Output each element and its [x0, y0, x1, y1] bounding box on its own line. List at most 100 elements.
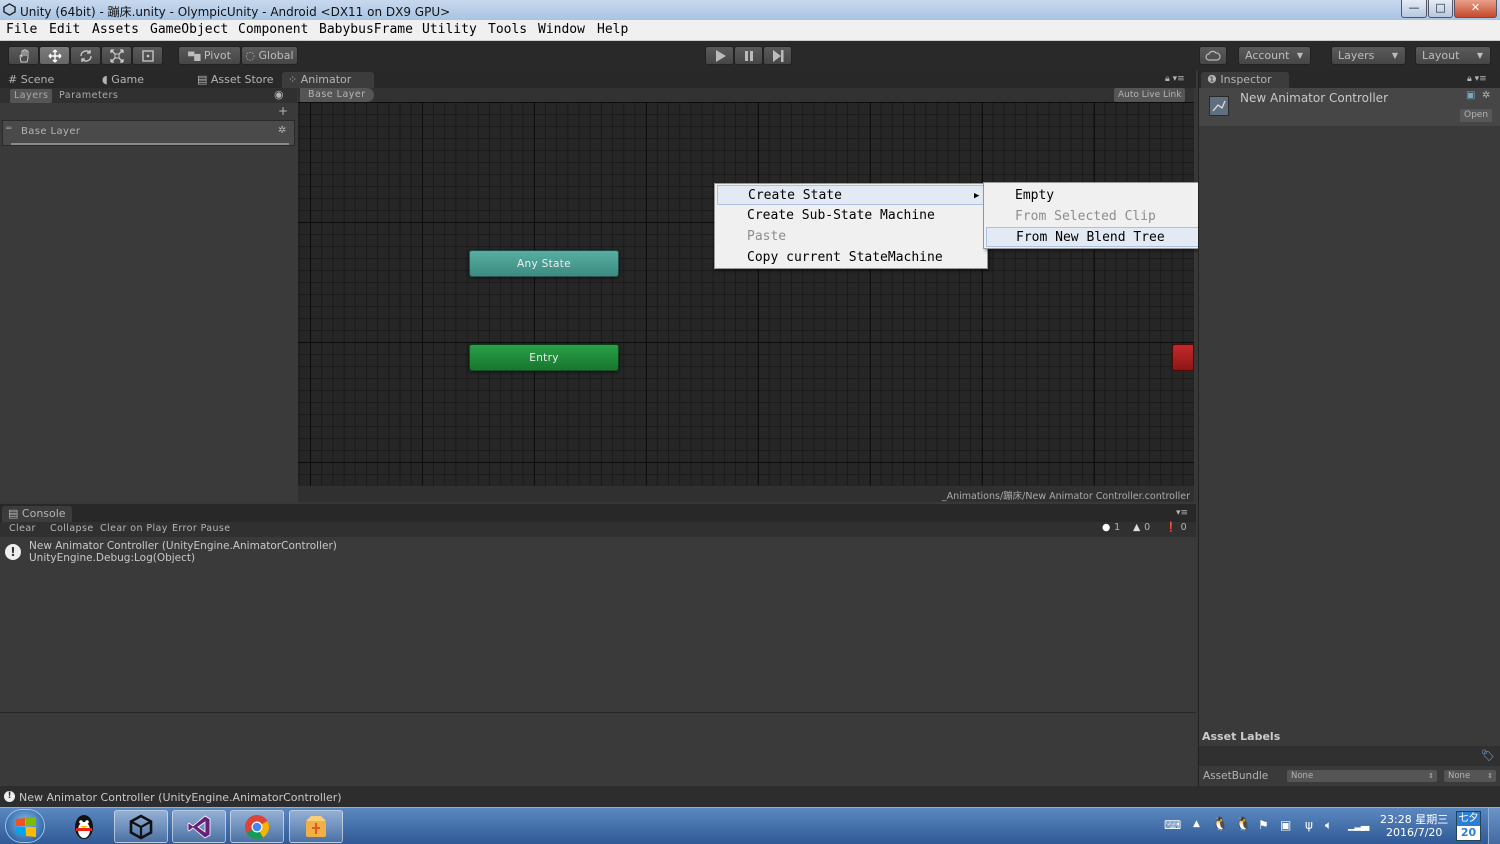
global-toggle[interactable]: ◌ Global	[241, 46, 298, 65]
menu-assets[interactable]: Assets	[92, 22, 139, 37]
layout-dropdown[interactable]: Layout ▼	[1415, 46, 1491, 65]
warning-filter-toggle[interactable]: ▲ 0	[1133, 522, 1151, 533]
tab-game-label: Game	[111, 73, 145, 86]
select-arrows-icon: ⇕	[1487, 772, 1493, 780]
status-bar[interactable]: ! New Animator Controller (UnityEngine.A…	[0, 786, 1500, 807]
settings-gear-icon[interactable]: ✲	[1482, 90, 1490, 101]
layer-name: Base Layer	[21, 126, 81, 137]
auto-live-link-toggle[interactable]: Auto Live Link	[1114, 88, 1186, 102]
asset-bundle-select[interactable]: None ⇕	[1287, 770, 1437, 782]
rotate-tool-button[interactable]	[70, 46, 101, 65]
menu-item-create-sub-state-machine[interactable]: Create Sub-State Machine	[717, 206, 985, 226]
calendar-widget[interactable]: 七夕 20	[1456, 811, 1481, 841]
network-signal-icon[interactable]: ▁▂▃	[1348, 818, 1369, 831]
menu-component[interactable]: Component	[238, 22, 308, 37]
menu-edit[interactable]: Edit	[49, 22, 80, 37]
device-icon[interactable]: ▣	[1280, 818, 1291, 832]
layer-weight-slider[interactable]	[11, 143, 289, 145]
collapse-button[interactable]: Collapse	[50, 523, 94, 534]
tab-parameters[interactable]: Parameters	[55, 89, 122, 103]
exit-node[interactable]	[1172, 344, 1194, 371]
panel-menu-icon[interactable]: 🔒︎ ▾≡	[1165, 72, 1185, 88]
tag-icon[interactable]: 🏷︎	[1481, 749, 1495, 762]
play-button[interactable]	[705, 46, 734, 65]
error-count: 0	[1180, 522, 1188, 533]
tab-game[interactable]: ◖ Game	[102, 72, 144, 88]
qq-tray-icon-2[interactable]: 🐧	[1235, 817, 1251, 832]
eye-icon[interactable]: ◉	[274, 88, 284, 101]
error-filter-toggle[interactable]: ❗ 0	[1165, 522, 1187, 533]
clear-on-play-button[interactable]: Clear on Play	[100, 523, 168, 534]
taskbar-visual-studio[interactable]	[172, 810, 226, 843]
add-layer-icon[interactable]: +	[278, 104, 288, 118]
tab-scene[interactable]: # Scene	[8, 72, 54, 88]
breadcrumb[interactable]: Base Layer	[300, 88, 374, 102]
gear-icon[interactable]: ✲	[278, 125, 286, 136]
layers-dropdown[interactable]: Layers ▼	[1331, 46, 1406, 65]
clock-date[interactable]: 2016/7/20	[1386, 826, 1442, 839]
hand-tool-button[interactable]	[8, 46, 39, 65]
animator-graph-canvas[interactable]: Any State Entry	[298, 102, 1194, 486]
book-icon[interactable]: ▣	[1466, 90, 1475, 101]
submenu-item-empty[interactable]: Empty	[986, 186, 1208, 206]
clear-button[interactable]: Clear	[9, 523, 36, 534]
tab-asset-store[interactable]: ▤ Asset Store	[197, 72, 274, 88]
info-filter-toggle[interactable]: ● 1	[1102, 522, 1121, 533]
menu-babybusframe[interactable]: BabybusFrame	[319, 22, 413, 37]
maximize-button[interactable]: □	[1428, 0, 1453, 18]
any-state-node[interactable]: Any State	[469, 250, 619, 277]
error-pause-button[interactable]: Error Pause	[172, 523, 231, 534]
show-desktop-button[interactable]	[1488, 808, 1500, 844]
panel-menu-icon[interactable]: 🔒︎ ▾≡	[1467, 72, 1487, 88]
submenu-item-from-new-blend-tree[interactable]: From New Blend Tree	[986, 227, 1208, 247]
drag-handle-icon[interactable]: ═	[6, 124, 11, 134]
step-button[interactable]	[763, 46, 792, 65]
console-divider[interactable]	[0, 712, 1196, 713]
keyboard-icon[interactable]: ⌨	[1164, 818, 1181, 832]
tab-layers[interactable]: Layers	[10, 89, 53, 103]
cloud-button[interactable]	[1199, 46, 1227, 65]
move-tool-button[interactable]	[39, 46, 70, 65]
menu-tools[interactable]: Tools	[488, 22, 527, 37]
console-toolbar: Clear Collapse Clear on Play Error Pause…	[0, 522, 1196, 537]
panel-menu-icon[interactable]: ▾≡	[1176, 506, 1188, 522]
menu-utility[interactable]: Utility	[422, 22, 477, 37]
clock-time[interactable]: 23:28 星期三	[1380, 811, 1448, 827]
store-icon: ▤	[197, 73, 208, 86]
volume-icon[interactable]: 🔈︎	[1325, 818, 1332, 833]
console-log-entry[interactable]: ! New Animator Controller (UnityEngine.A…	[0, 538, 1196, 568]
action-center-flag-icon[interactable]: ⚑	[1258, 818, 1269, 832]
rect-tool-button[interactable]	[132, 46, 163, 65]
asset-variant-select[interactable]: None ⇕	[1444, 770, 1496, 782]
usb-icon[interactable]: ψ	[1305, 818, 1313, 832]
open-button[interactable]: Open	[1460, 109, 1493, 122]
pause-button[interactable]	[734, 46, 763, 65]
taskbar-chrome[interactable]	[230, 810, 284, 843]
menu-file[interactable]: File	[6, 22, 37, 37]
package-icon	[306, 815, 326, 837]
account-label: Account	[1245, 49, 1290, 62]
tab-animator[interactable]: ⁘ Animator	[282, 72, 374, 88]
pivot-toggle[interactable]: ▀▆ Pivot	[178, 46, 241, 65]
menu-gameobject[interactable]: GameObject	[150, 22, 228, 37]
tab-console[interactable]: ▤ Console	[2, 506, 72, 522]
start-button[interactable]	[5, 809, 45, 843]
close-button[interactable]: ✕	[1454, 0, 1497, 18]
scale-tool-button[interactable]	[101, 46, 132, 65]
minimize-button[interactable]: —	[1401, 0, 1427, 18]
global-label: Global	[258, 49, 294, 62]
qq-tray-icon[interactable]: 🐧	[1212, 817, 1228, 832]
menu-item-create-state[interactable]: Create State ▶	[717, 185, 985, 205]
taskbar-unity[interactable]	[114, 810, 168, 843]
show-hidden-icons-icon[interactable]: ▲	[1193, 819, 1200, 829]
menu-window[interactable]: Window	[538, 22, 585, 37]
account-dropdown[interactable]: Account ▼	[1238, 46, 1311, 65]
entry-node[interactable]: Entry	[469, 344, 619, 371]
create-state-label: Create State	[748, 188, 842, 203]
taskbar-qq[interactable]	[57, 810, 111, 843]
menu-item-copy-state-machine[interactable]: Copy current StateMachine	[717, 248, 985, 268]
taskbar-app-folder[interactable]	[289, 810, 343, 843]
menu-help[interactable]: Help	[597, 22, 628, 37]
layer-item-base[interactable]: ═ Base Layer ✲	[2, 120, 295, 146]
tab-inspector[interactable]: ❶ Inspector	[1201, 72, 1289, 88]
